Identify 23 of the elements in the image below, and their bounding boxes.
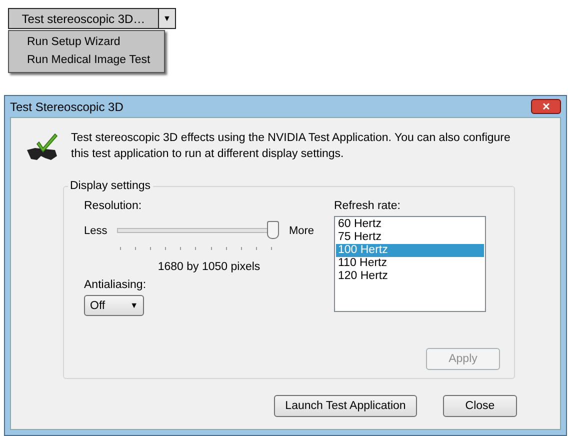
more-label: More <box>288 224 314 236</box>
resolution-slider[interactable] <box>115 220 281 241</box>
menu-item[interactable]: Run Medical Image Test <box>9 51 164 69</box>
window-title: Test Stereoscopic 3D <box>10 100 124 114</box>
close-button[interactable]: ✕ <box>531 99 561 114</box>
description-text: Test stereoscopic 3D effects using the NVIDIA Test Application. You can also configure this test application to run at different display settings. <box>71 131 511 162</box>
dropdown-arrow-button[interactable]: ▼ <box>159 8 176 29</box>
resolution-value: 1680 by 1050 pixels <box>156 261 262 273</box>
launch-button[interactable]: Launch Test Application <box>274 395 417 417</box>
refresh-rate-label: Refresh rate: <box>334 200 402 212</box>
antialiasing-dropdown[interactable]: Off ▼ <box>84 295 144 316</box>
list-item[interactable]: 120 Hertz <box>336 270 484 283</box>
list-item[interactable]: 110 Hertz <box>336 257 484 270</box>
slider-thumb[interactable] <box>267 221 280 239</box>
menu-item[interactable]: Run Setup Wizard <box>9 33 164 51</box>
close-dialog-button[interactable]: Close <box>443 395 517 417</box>
list-item[interactable]: 60 Hertz <box>336 218 484 231</box>
group-title: Display settings <box>69 180 152 192</box>
split-button[interactable]: Test stereoscopic 3D… <box>8 8 159 29</box>
resolution-label: Resolution: <box>84 200 143 212</box>
list-item[interactable]: 75 Hertz <box>336 231 484 244</box>
antialiasing-label: Antialiasing: <box>84 279 148 291</box>
less-label: Less <box>84 224 108 236</box>
